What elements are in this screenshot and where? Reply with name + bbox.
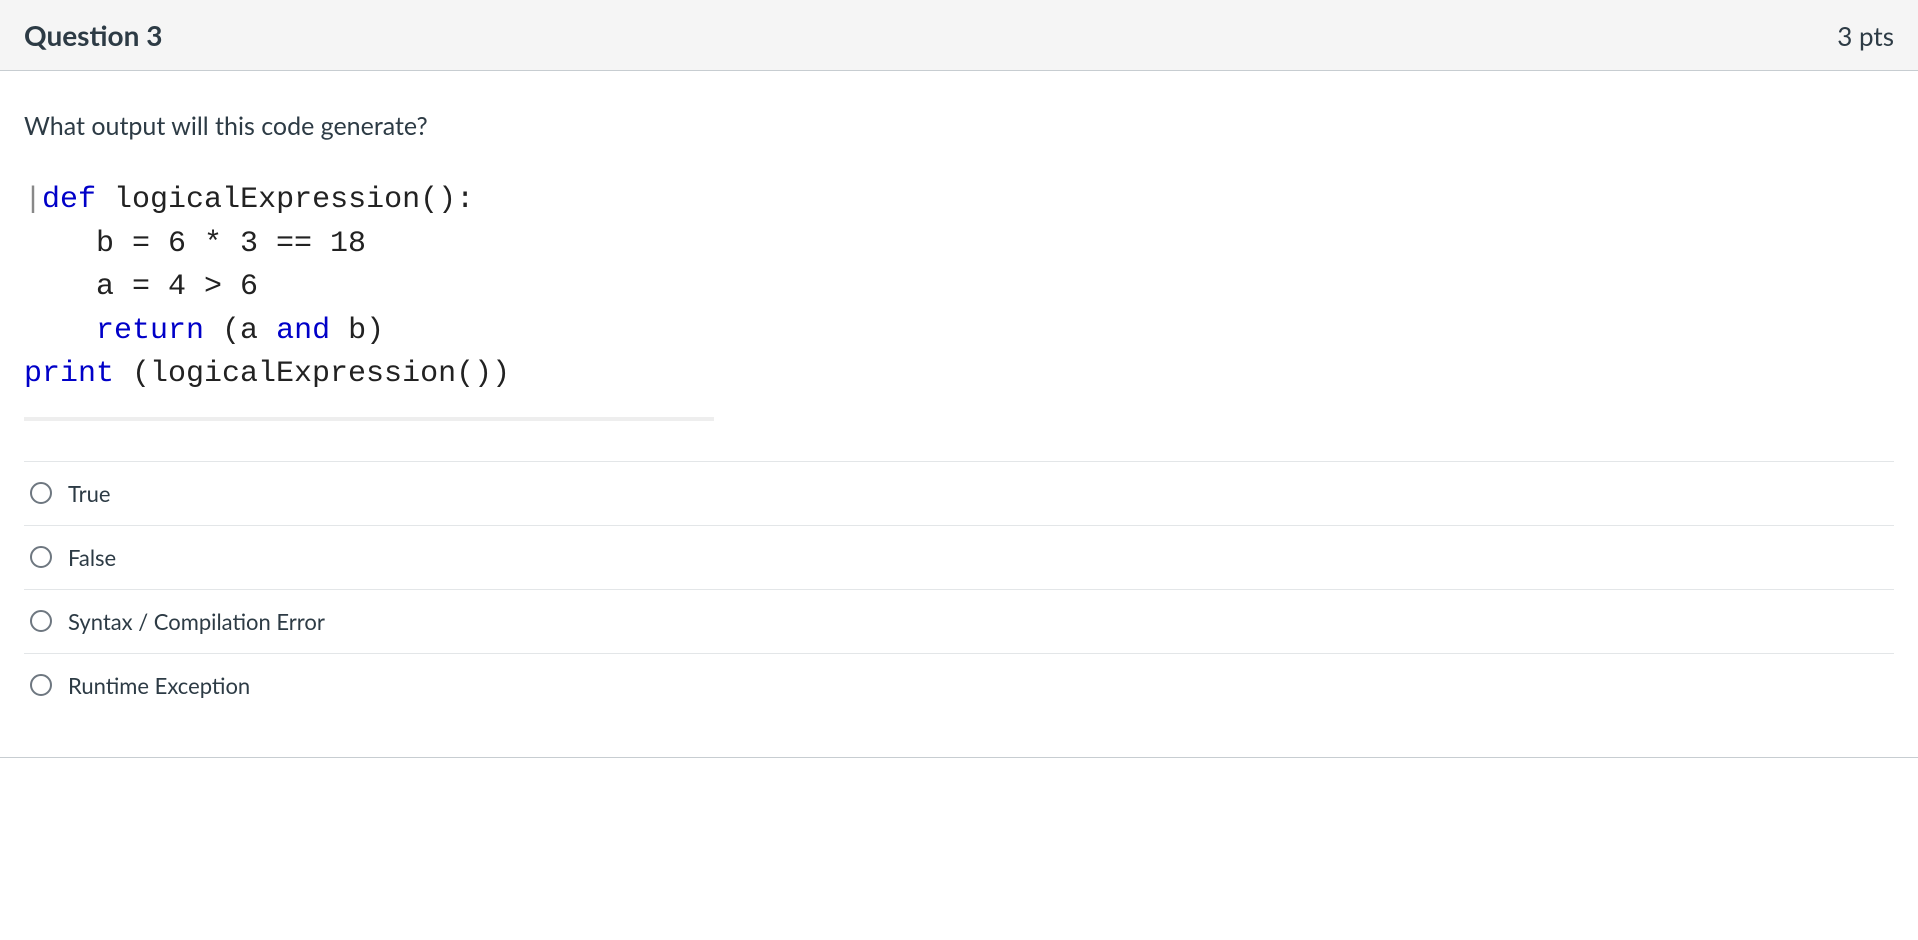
code-block: |def logicalExpression(): b = 6 * 3 == 1… (24, 179, 1894, 397)
answer-radio[interactable] (30, 482, 52, 504)
answer-radio[interactable] (30, 610, 52, 632)
code-keyword-and: and (276, 314, 330, 348)
answer-label: Runtime Exception (68, 672, 250, 699)
question-header: Question 3 3 pts (0, 0, 1918, 71)
answers-list: True False Syntax / Compilation Error Ru… (24, 461, 1894, 717)
question-title: Question 3 (24, 18, 162, 52)
code-line: a = 4 > 6 (24, 270, 258, 304)
answer-label: False (68, 544, 116, 571)
code-text (96, 183, 114, 217)
code-indent (24, 314, 96, 348)
answer-label: True (68, 480, 110, 507)
answer-option[interactable]: Syntax / Compilation Error (24, 590, 1894, 654)
code-text: (logicalExpression()) (114, 357, 510, 391)
code-cursor: | (24, 183, 42, 217)
code-keyword-def: def (42, 183, 96, 217)
answer-option[interactable]: Runtime Exception (24, 654, 1894, 717)
answer-radio[interactable] (30, 546, 52, 568)
question-body: What output will this code generate? |de… (0, 71, 1918, 727)
code-underline (24, 417, 714, 421)
code-line: b = 6 * 3 == 18 (24, 227, 366, 261)
question-prompt: What output will this code generate? (24, 111, 1894, 141)
answer-option[interactable]: True (24, 462, 1894, 526)
code-function-name: logicalExpression (114, 183, 420, 217)
answer-option[interactable]: False (24, 526, 1894, 590)
code-text: (a (204, 314, 276, 348)
code-keyword-return: return (96, 314, 204, 348)
code-text: (): (420, 183, 474, 217)
question-container: Question 3 3 pts What output will this c… (0, 0, 1918, 758)
answer-radio[interactable] (30, 674, 52, 696)
code-keyword-print: print (24, 357, 114, 391)
bottom-divider (0, 757, 1918, 758)
answer-label: Syntax / Compilation Error (68, 608, 325, 635)
question-points: 3 pts (1837, 20, 1894, 52)
code-text: b) (330, 314, 384, 348)
